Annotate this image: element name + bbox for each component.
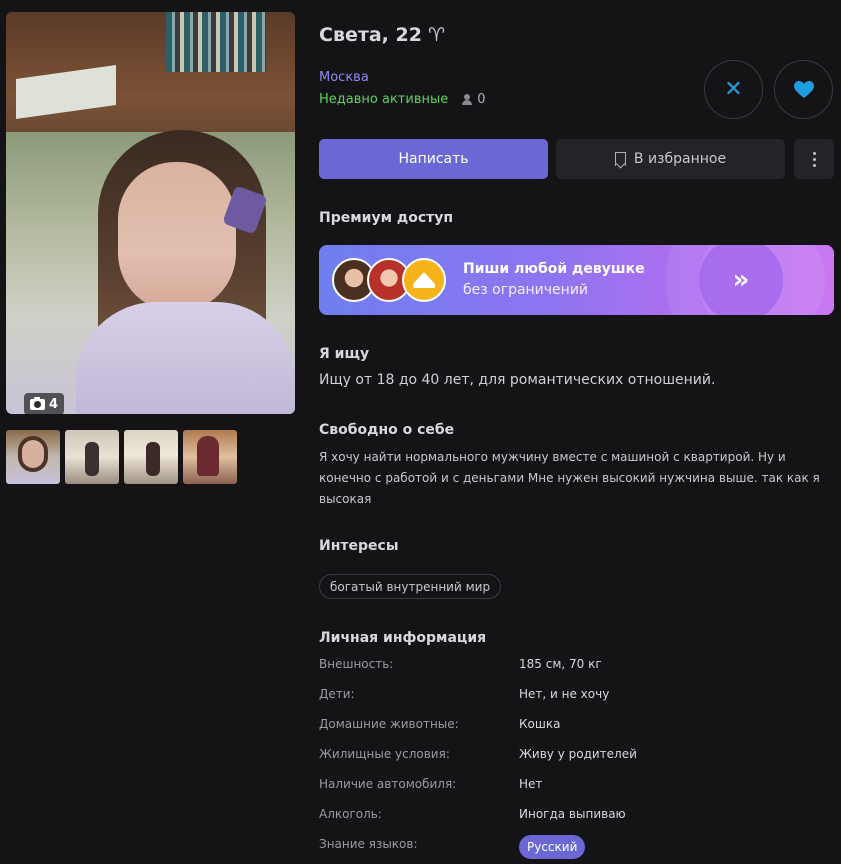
- info-label: Внешность:: [319, 657, 394, 671]
- photo-thumbnail[interactable]: [124, 430, 178, 484]
- photo-thumbnail[interactable]: [65, 430, 119, 484]
- info-value: Кошка: [519, 717, 561, 731]
- more-vertical-icon: [812, 151, 816, 155]
- info-value: Иногда выпиваю: [519, 807, 626, 821]
- info-label: Жилищные условия:: [319, 747, 450, 761]
- activity-status: Недавно активные: [319, 92, 449, 107]
- info-label: Наличие автомобиля:: [319, 777, 457, 791]
- about-text: Я хочу найти нормального мужчину вместе …: [319, 450, 820, 506]
- more-options-button[interactable]: [794, 139, 834, 179]
- info-row-pets: Домашние животные: Кошка: [319, 717, 834, 735]
- photo-bg-books: [166, 12, 266, 72]
- close-icon: ✕: [724, 76, 743, 102]
- info-label: Дети:: [319, 687, 355, 701]
- about-title: Свободно о себе: [319, 422, 455, 438]
- photo-thumbnail[interactable]: [6, 430, 60, 484]
- info-row-car: Наличие автомобиля: Нет: [319, 777, 834, 795]
- person-icon: [462, 94, 473, 105]
- profile-name-age: Света, 22: [319, 24, 422, 46]
- interest-chip[interactable]: богатый внутренний мир: [319, 574, 502, 599]
- info-label: Знание языков:: [319, 837, 418, 851]
- views-counter: 0: [462, 92, 486, 107]
- like-button[interactable]: [774, 60, 833, 119]
- looking-for-text: Ищу от 18 до 40 лет, для романтических о…: [319, 372, 716, 388]
- photo-count-badge: 4: [24, 393, 65, 414]
- crown-badge: [402, 258, 446, 302]
- photo-count-value: 4: [49, 396, 59, 412]
- more-dot: [812, 157, 816, 161]
- info-row-alcohol: Алкоголь: Иногда выпиваю: [319, 807, 834, 825]
- write-message-button[interactable]: Написать: [319, 139, 548, 179]
- photo-thumbnail[interactable]: [183, 430, 237, 484]
- add-to-favorites-button[interactable]: В избранное: [556, 139, 785, 179]
- interests-title: Интересы: [319, 538, 399, 554]
- premium-banner[interactable]: Пиши любой девушке без ограничений »: [319, 245, 834, 315]
- bookmark-icon: [614, 152, 626, 166]
- favorites-label: В избранное: [633, 151, 727, 167]
- personal-info-title: Личная информация: [319, 630, 487, 646]
- looking-for-title: Я ищу: [319, 346, 370, 362]
- info-row-appearance: Внешность: 185 см, 70 кг: [319, 657, 834, 675]
- photo-subject-shirt: [76, 302, 295, 414]
- more-dot: [812, 163, 816, 167]
- info-label: Домашние животные:: [319, 717, 459, 731]
- skip-button[interactable]: ✕: [704, 60, 763, 119]
- info-row-children: Дети: Нет, и не хочу: [319, 687, 834, 705]
- profile-status-row: Недавно активные 0: [319, 92, 486, 107]
- views-count: 0: [477, 92, 486, 107]
- info-value: Нет, и не хочу: [519, 687, 610, 701]
- profile-header: Света, 22 ♈: [319, 24, 445, 46]
- premium-banner-subtitle: без ограничений: [463, 282, 589, 298]
- premium-banner-title: Пиши любой девушке: [463, 261, 645, 277]
- info-label: Алкоголь:: [319, 807, 382, 821]
- main-profile-photo[interactable]: 4: [6, 12, 295, 414]
- premium-section-title: Премиум доступ: [319, 210, 454, 226]
- camera-icon: [30, 396, 45, 410]
- language-chip: Русский: [519, 835, 586, 859]
- info-value: Живу у родителей: [519, 747, 637, 761]
- profile-city[interactable]: Москва: [319, 70, 369, 85]
- photo-thumbnails: [6, 430, 237, 484]
- zodiac-aries-icon: ♈: [427, 24, 446, 46]
- heart-icon: [793, 80, 814, 98]
- info-value: Нет: [519, 777, 543, 791]
- double-chevron-right-icon[interactable]: »: [699, 245, 783, 315]
- info-row-housing: Жилищные условия: Живу у родителей: [319, 747, 834, 765]
- info-value: 185 см, 70 кг: [519, 657, 602, 671]
- photo-subject-face: [118, 162, 236, 312]
- crown-icon: [413, 272, 435, 288]
